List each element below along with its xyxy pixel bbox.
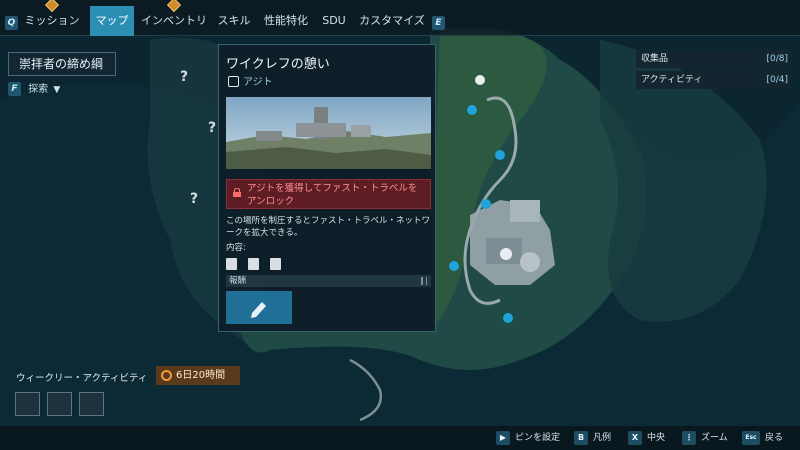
tab-inventory[interactable]: インベントリ xyxy=(140,0,208,36)
hint-back[interactable]: Esc 戻る xyxy=(742,431,783,445)
safehouse-icon xyxy=(228,76,239,87)
location-type: アジト xyxy=(228,73,273,88)
tab-missions[interactable]: ミッション xyxy=(20,0,84,36)
content-item-icon xyxy=(226,258,237,270)
weekly-activity-skull-icon[interactable] xyxy=(15,392,40,416)
control-hints-bar: ▶ ピンを設定 B 凡例 X 中央 ⋮ ズーム Esc 戻る xyxy=(0,426,800,450)
location-card: ワイクレフの憩い アジト アジトを獲得してファスト・トラベルをアンロック この場… xyxy=(218,44,436,332)
explore-key: F xyxy=(8,82,21,96)
content-item-icon xyxy=(248,258,260,270)
tab-map[interactable]: マップ xyxy=(90,6,134,36)
reward-header: 報酬 xyxy=(226,275,431,287)
hint-set-pin[interactable]: ▶ ピンを設定 xyxy=(496,431,560,445)
reward-item[interactable] xyxy=(226,291,292,324)
tab-specialization[interactable]: 性能特化 xyxy=(262,6,310,36)
notification-badge-icon xyxy=(44,0,60,13)
tab-customize[interactable]: カスタマイズ xyxy=(356,6,428,36)
activities-row[interactable]: アクティビティ [0/4] xyxy=(636,71,792,89)
nav-prev-key[interactable]: Q xyxy=(5,16,18,30)
hint-legend[interactable]: B 凡例 xyxy=(574,431,611,445)
location-description: この場所を制圧するとファスト・トラベル・ネットワークを拡大できる。 xyxy=(226,216,431,238)
tab-sdu[interactable]: SDU xyxy=(318,6,350,36)
top-nav: Q ミッション マップ インベントリ スキル 性能特化 SDU カスタマイズ E xyxy=(0,0,800,36)
location-title: ワイクレフの憩い xyxy=(226,57,330,72)
content-icons xyxy=(226,255,287,270)
tab-skills[interactable]: スキル xyxy=(214,6,254,36)
explore-toggle[interactable]: F 探索 ▼ xyxy=(8,82,60,98)
collectibles-row[interactable]: 収集品 [0/8] xyxy=(636,50,792,68)
explore-label: 探索 xyxy=(28,84,49,95)
pencil-icon xyxy=(251,302,266,318)
weekly-timer: 6日20時間 xyxy=(156,366,240,385)
content-item-icon xyxy=(270,258,282,270)
contents-label: 内容: xyxy=(226,243,246,253)
refresh-timer-icon xyxy=(161,370,172,381)
location-preview-image xyxy=(226,97,431,169)
nav-next-key[interactable]: E xyxy=(432,16,445,30)
svg-text:?: ? xyxy=(208,120,216,136)
weekly-activity-crate-icon[interactable] xyxy=(47,392,72,416)
lock-icon xyxy=(233,188,241,197)
lock-text: アジトを獲得してファスト・トラベルをアンロック xyxy=(247,183,418,207)
scrollbar-icon xyxy=(421,277,427,285)
svg-text:?: ? xyxy=(190,191,198,207)
hint-center[interactable]: X 中央 xyxy=(628,431,665,445)
notification-badge-icon xyxy=(166,0,182,13)
weekly-activity-label: ウィークリー・アクティビティ xyxy=(16,373,148,384)
chevron-down-icon: ▼ xyxy=(53,85,61,95)
region-title: 崇拝者の締め綱 xyxy=(8,52,116,76)
fast-travel-lock-notice: アジトを獲得してファスト・トラベルをアンロック xyxy=(226,179,431,209)
svg-text:?: ? xyxy=(180,69,188,85)
hint-zoom[interactable]: ⋮ ズーム xyxy=(682,431,728,445)
weekly-activity-boss-icon[interactable] xyxy=(79,392,104,416)
